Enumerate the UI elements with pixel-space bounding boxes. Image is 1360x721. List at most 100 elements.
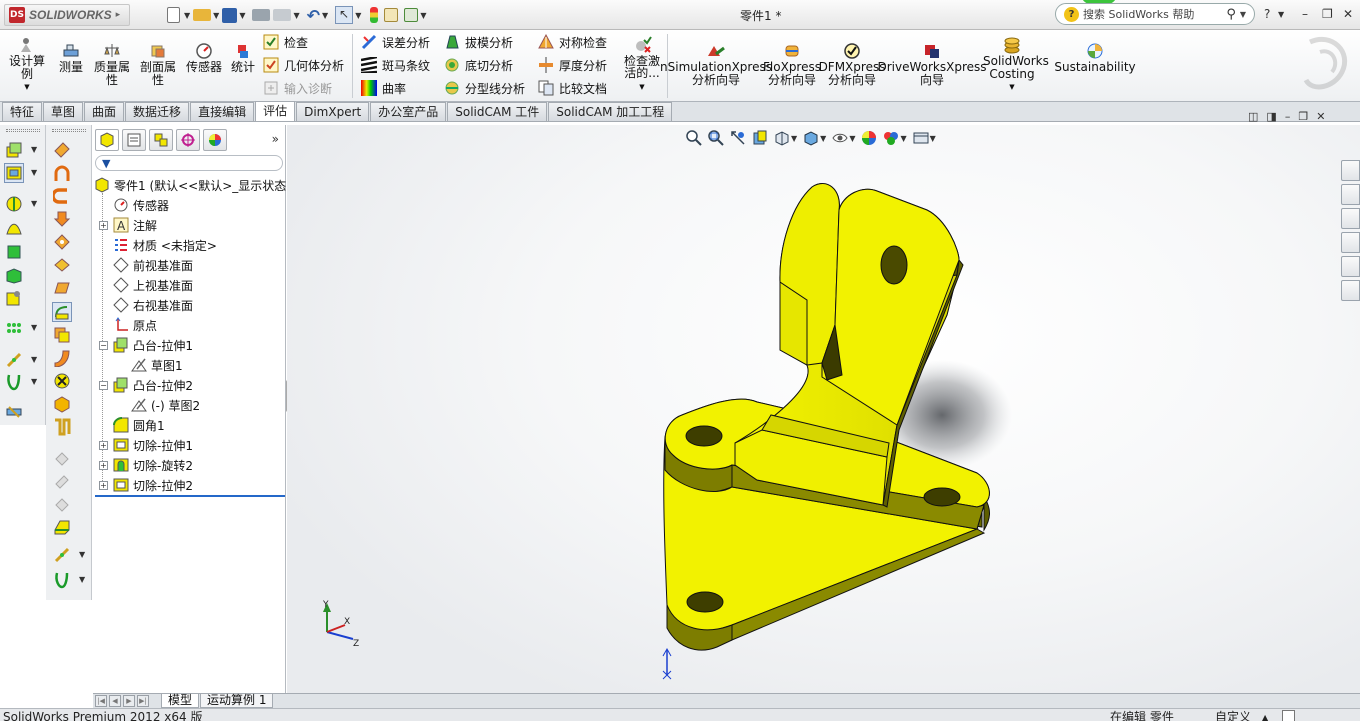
- help-menu-icon[interactable]: ?: [1264, 7, 1270, 21]
- last-tab-icon[interactable]: ▶|: [137, 695, 149, 707]
- tree-filter-input[interactable]: ▼: [95, 155, 283, 171]
- draft-analysis-button[interactable]: 拔模分析: [444, 32, 513, 52]
- open-folder-icon[interactable]: [193, 9, 212, 21]
- mass-properties-button[interactable]: 质量属性: [92, 42, 132, 87]
- chevron-down-icon[interactable]: ▼: [31, 323, 37, 332]
- measure-button[interactable]: 测量: [56, 42, 86, 74]
- design-study-button[interactable]: 设计算例 ▼: [8, 36, 46, 94]
- hide-show-items-icon[interactable]: [832, 130, 848, 146]
- restore-icon[interactable]: ❐: [1322, 7, 1333, 21]
- tab-2[interactable]: 曲面: [84, 102, 125, 121]
- tree-item-part-root[interactable]: 零件1 (默认<<默认>_显示状态: [94, 175, 286, 195]
- chevron-down-icon[interactable]: ▼: [31, 145, 37, 154]
- first-tab-icon[interactable]: |◀: [95, 695, 107, 707]
- curves-icon[interactable]: [5, 373, 23, 391]
- chevron-down-icon[interactable]: ▼: [420, 11, 426, 20]
- undo-icon[interactable]: ↶: [307, 6, 320, 25]
- feature-manager-tab[interactable]: [95, 129, 119, 151]
- move-face-icon[interactable]: [53, 395, 71, 413]
- wrap-icon[interactable]: [53, 256, 71, 274]
- chevron-down-icon[interactable]: ▼: [820, 134, 826, 143]
- close-icon[interactable]: ✕: [1343, 7, 1353, 21]
- design-library-icon[interactable]: [1341, 184, 1360, 205]
- tree-item-right-plane[interactable]: 右视基准面: [113, 295, 193, 315]
- curves-icon[interactable]: [53, 571, 71, 589]
- curvature-button[interactable]: 曲率: [361, 78, 406, 98]
- thickness-analysis-button[interactable]: 厚度分析: [538, 55, 607, 75]
- chevron-down-icon[interactable]: ▼: [293, 11, 299, 20]
- reference-geometry-icon[interactable]: [5, 351, 23, 369]
- tree-item-sketch1[interactable]: 草图1: [131, 355, 183, 375]
- zoom-to-fit-icon[interactable]: [686, 130, 702, 146]
- print-icon[interactable]: [252, 9, 271, 21]
- reference-geometry-icon[interactable]: [53, 546, 71, 564]
- home-icon[interactable]: [1341, 160, 1360, 181]
- driveworksxpress-button[interactable]: DriveWorksXpress 向导: [877, 42, 987, 87]
- tree-item-cut-extrude1[interactable]: 切除-拉伸1: [113, 435, 193, 455]
- rebuild-icon[interactable]: [370, 7, 379, 23]
- tree-item-top-plane[interactable]: 上视基准面: [113, 275, 193, 295]
- split-icon[interactable]: [53, 418, 71, 436]
- sensor-button[interactable]: 传感器: [184, 42, 224, 74]
- mirror-icon[interactable]: [52, 302, 72, 322]
- apply-scene-icon[interactable]: [883, 130, 899, 146]
- quick-tips-icon[interactable]: [1282, 710, 1295, 721]
- chevron-down-icon[interactable]: ▼: [355, 11, 361, 20]
- file-explorer-icon[interactable]: [1341, 208, 1360, 229]
- tree-item-boss-extrude1[interactable]: 凸台-拉伸1: [113, 335, 193, 355]
- tab-4[interactable]: 直接编辑: [190, 102, 255, 121]
- section-properties-button[interactable]: 剖面属性: [138, 42, 178, 87]
- tree-item-annotations[interactable]: A 注解: [113, 215, 157, 235]
- lofted-boss-icon[interactable]: [5, 243, 23, 261]
- undercut-analysis-button[interactable]: 底切分析: [444, 55, 513, 75]
- section-view-icon[interactable]: [752, 130, 768, 146]
- solidworks-menu-button[interactable]: DS SOLIDWORKS ▸: [4, 4, 130, 26]
- expand-toggle[interactable]: +: [99, 461, 108, 470]
- tree-item-cut-extrude2[interactable]: 切除-拉伸2: [113, 475, 193, 495]
- swept-boss-icon[interactable]: [5, 219, 23, 237]
- chevron-down-icon[interactable]: ▼: [213, 11, 219, 20]
- tab-3[interactable]: 数据迁移: [125, 102, 190, 121]
- boundary-boss-icon[interactable]: [5, 267, 23, 285]
- tree-item-sketch2[interactable]: (-) 草图2: [131, 395, 200, 415]
- extruded-cut-icon[interactable]: [4, 163, 24, 183]
- chevron-down-icon[interactable]: ▼: [31, 199, 37, 208]
- chevron-down-icon[interactable]: ▼: [239, 11, 245, 20]
- chevrons-right-icon[interactable]: »: [272, 132, 279, 146]
- fillet-icon[interactable]: [53, 141, 71, 159]
- chevron-down-icon[interactable]: ▼: [31, 355, 37, 364]
- toolbar-grip[interactable]: [6, 129, 40, 132]
- floxpress-button[interactable]: FloXpress 分析向导: [763, 42, 821, 87]
- prev-tab-icon[interactable]: ◀: [109, 695, 121, 707]
- chevron-down-icon[interactable]: ▼: [322, 11, 328, 20]
- dome-icon[interactable]: [53, 326, 71, 344]
- select-arrow-icon[interactable]: ↖: [335, 6, 354, 24]
- chevron-down-icon[interactable]: ▼: [849, 134, 855, 143]
- tab-5[interactable]: 评估: [255, 101, 296, 121]
- costing-button[interactable]: SolidWorks Costing ▼: [982, 36, 1049, 94]
- parting-line-analysis-button[interactable]: 分型线分析: [444, 78, 525, 98]
- tab-1[interactable]: 草图: [43, 102, 84, 121]
- expand-toggle[interactable]: +: [99, 221, 108, 230]
- simulationxpress-button[interactable]: nSimulationXpress 分析向导: [660, 42, 772, 87]
- chevron-down-icon[interactable]: ▼: [1278, 10, 1284, 19]
- tab-8[interactable]: SolidCAM 工件: [447, 102, 548, 121]
- tree-item-material[interactable]: 材质 <未指定>: [113, 235, 217, 255]
- options-icon[interactable]: [404, 8, 419, 22]
- check-button[interactable]: 检查: [263, 32, 308, 52]
- geometry-analysis-button[interactable]: 几何体分析: [263, 55, 344, 75]
- appearances-icon[interactable]: [1341, 256, 1360, 277]
- extruded-boss-icon[interactable]: [5, 141, 23, 159]
- zebra-stripes-button[interactable]: 斑马条纹: [361, 55, 430, 75]
- fillet-xpert-icon[interactable]: [53, 518, 71, 536]
- tab-0[interactable]: 特征: [2, 102, 43, 121]
- linear-pattern-icon[interactable]: [5, 319, 23, 337]
- expand-toggle[interactable]: +: [99, 441, 108, 450]
- save-icon[interactable]: [222, 7, 238, 23]
- dfmxpress-button[interactable]: DFMXpress 分析向导: [819, 42, 885, 87]
- feature-settings-icon[interactable]: [5, 289, 23, 307]
- next-tab-icon[interactable]: ▶: [123, 695, 135, 707]
- chevron-down-icon[interactable]: ▼: [79, 575, 85, 584]
- import-diagnostics-button[interactable]: 输入诊断: [263, 78, 332, 98]
- delete-face-icon[interactable]: [53, 372, 71, 390]
